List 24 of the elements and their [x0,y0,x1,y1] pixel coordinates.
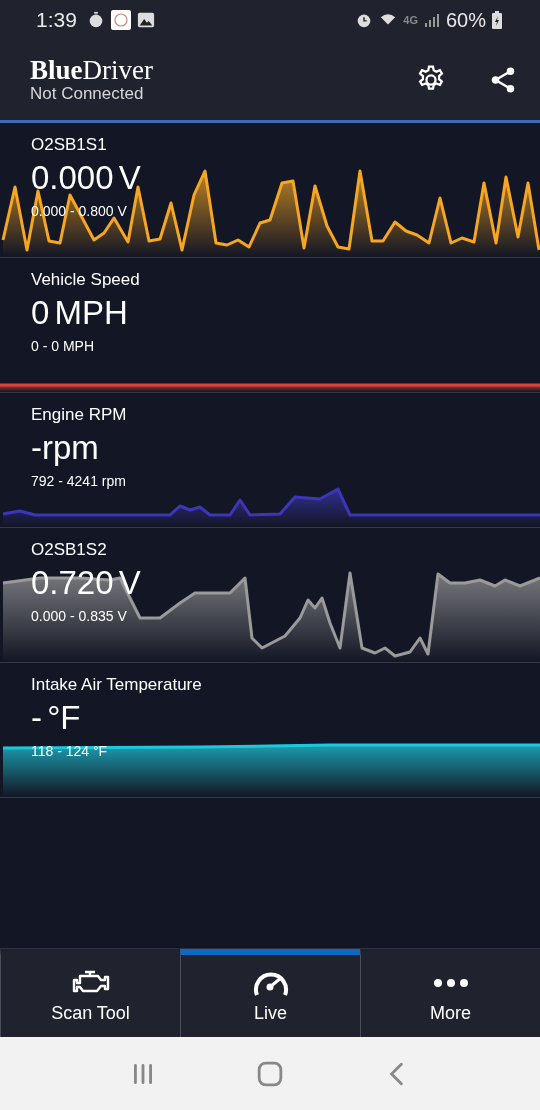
gauge-range: 0 - 0 MPH [31,337,94,356]
app-logo: BlueDriver [30,56,154,84]
signal-icon [423,12,440,28]
gauge-value: 0.000 V [31,158,141,198]
gauge-range: 792 - 4241 rpm [31,472,126,491]
more-icon [433,978,468,987]
gauge-label: O2SB1S1 [31,134,107,156]
gauge-range: 118 - 124 °F [31,742,108,761]
gauge-value: -rpm [31,428,99,468]
image-icon [136,11,155,29]
clock-time: 1:39 [36,8,77,32]
gauge-value: 0 MPH [31,293,128,333]
app-notification-icon [110,10,131,30]
battery-percent: 60% [445,8,486,32]
home-button[interactable] [257,1060,283,1087]
gauge-label: Engine RPM [31,404,127,426]
gauge-label: Intake Air Temperature [31,674,202,696]
connection-status: Not Connected [30,84,145,104]
gauge-label: O2SB1S2 [31,539,107,561]
battery-icon [492,11,502,29]
gauge-range: 0.000 - 0.835 V [31,607,127,626]
gauge-label: Vehicle Speed [31,269,140,291]
network-type: 4G [403,14,418,26]
gauge-value: - °F [31,698,81,738]
